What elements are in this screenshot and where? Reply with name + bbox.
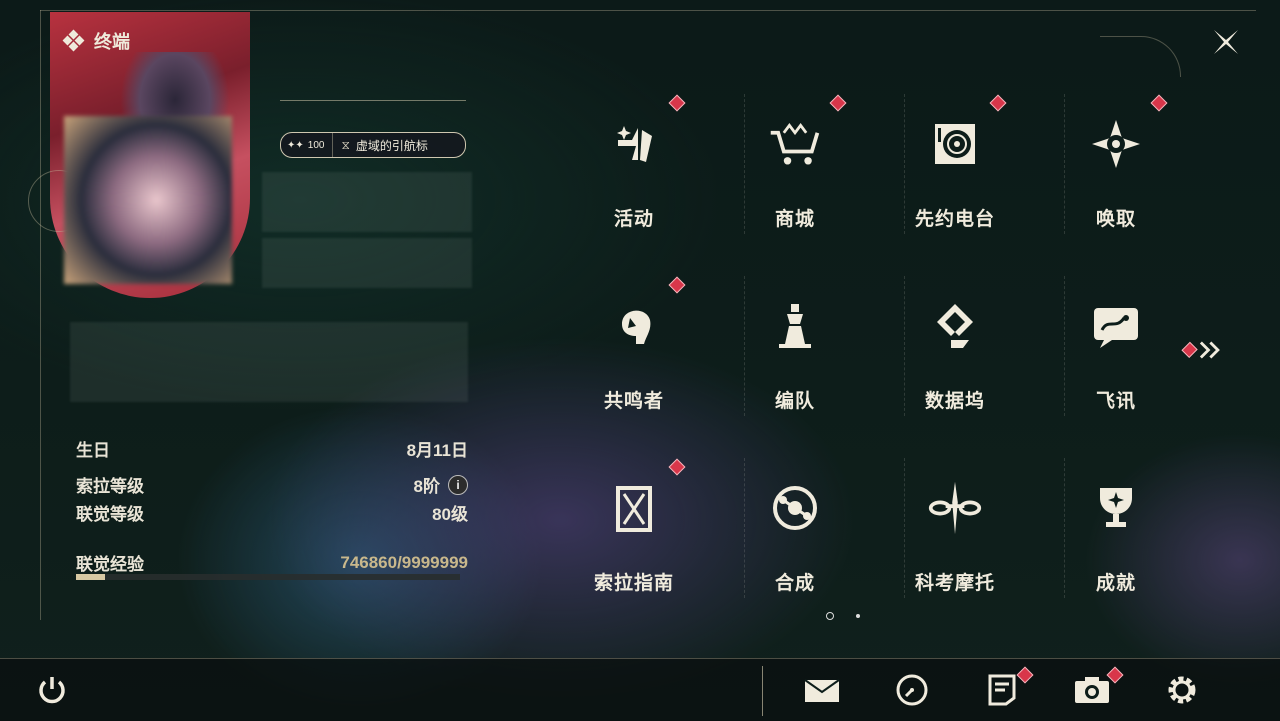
avatar[interactable] (64, 116, 232, 284)
menu-item-events[interactable]: 活动 (554, 100, 714, 250)
radio-icon (927, 116, 983, 172)
menu-item-label: 编队 (774, 391, 815, 412)
clock-icon (896, 674, 928, 706)
union-level-row: 联觉等级 80级 (76, 500, 468, 525)
union-exp-value: 746860/9999999 (340, 552, 468, 572)
close-icon (1214, 30, 1238, 54)
frame-curve (1100, 36, 1181, 77)
menu-item-label: 活动 (613, 209, 654, 230)
blurred-signature[interactable] (70, 322, 468, 402)
menu-item-label: 合成 (774, 573, 815, 594)
settings-gear-icon (1168, 676, 1196, 704)
photo-button[interactable] (1072, 670, 1112, 710)
info-icon[interactable]: i (448, 474, 468, 495)
shop-cart-icon (767, 116, 823, 172)
menu-item-data-bank[interactable]: 数据坞 (875, 282, 1035, 432)
mail-button[interactable] (802, 670, 842, 710)
page-title: 终端 (94, 32, 130, 52)
resonator-icon (606, 298, 662, 354)
settings-button[interactable] (1162, 670, 1202, 710)
birthday-label: 生日 (76, 441, 110, 460)
history-button[interactable] (892, 670, 932, 710)
menu-item-motorcycle[interactable]: 科考摩托 (875, 464, 1035, 614)
notice-button[interactable] (982, 670, 1022, 710)
events-icon (606, 116, 662, 172)
birthday-row: 生日 8月11日 (76, 436, 468, 461)
bottom-separator (762, 666, 763, 716)
menu-item-team[interactable]: 编队 (715, 282, 875, 432)
union-exp-row: 联觉经验 746860/9999999 (76, 550, 468, 575)
menu-item-label: 飞讯 (1095, 391, 1136, 412)
menu-item-synthesis[interactable]: 合成 (715, 464, 875, 614)
union-exp-bar (76, 574, 460, 580)
page-dot[interactable] (856, 614, 860, 618)
sora-level-label: 索拉等级 (76, 477, 144, 496)
menu-item-shop[interactable]: 商城 (715, 100, 875, 250)
synthesis-icon (767, 480, 823, 536)
close-button[interactable] (1208, 24, 1244, 60)
mail-icon (804, 679, 840, 702)
badge-count: 100 (307, 139, 325, 151)
diamond-cluster-icon (62, 29, 85, 52)
power-icon (39, 677, 65, 704)
double-chevron-right-icon (1200, 341, 1221, 359)
page-dot-active[interactable] (826, 612, 834, 620)
sparkle-icon: ✦✦ (287, 139, 304, 151)
terminal-header: 终端 (62, 28, 130, 54)
birthday-value: 8月11日 (406, 441, 468, 460)
message-icon (1088, 298, 1144, 354)
menu-item-label: 商城 (774, 209, 815, 230)
menu-item-label: 科考摩托 (914, 573, 995, 594)
page-indicator (826, 612, 860, 620)
badge-count-area: ✦✦ 100 (281, 133, 334, 157)
hourglass-icon: ⧖ (341, 137, 350, 152)
menu-item-label: 索拉指南 (593, 573, 674, 594)
notice-icon (988, 674, 1016, 706)
union-exp-fill (76, 574, 105, 580)
menu-item-radio[interactable]: 先约电台 (875, 100, 1035, 250)
camera-icon (1075, 677, 1109, 703)
union-level-label: 联觉等级 (76, 505, 144, 524)
union-level-value: 80级 (432, 505, 468, 524)
name-divider (280, 100, 466, 101)
next-page-button[interactable] (1180, 338, 1224, 362)
title-badge[interactable]: ✦✦ 100 ⧖ 虚域的引航标 (280, 132, 466, 158)
badge-title: 虚域的引航标 (355, 138, 428, 153)
menu-item-resonators[interactable]: 共鸣者 (554, 282, 714, 432)
frame-top-line (40, 10, 1256, 11)
union-exp-label: 联觉经验 (76, 555, 144, 574)
blurred-uid (262, 238, 472, 288)
notification-dot (1181, 341, 1199, 359)
sora-level-row: 索拉等级 8阶 i (76, 472, 468, 497)
menu-item-label: 唤取 (1095, 209, 1136, 230)
convene-icon (1088, 116, 1144, 172)
menu-item-convene[interactable]: 唤取 (1036, 100, 1196, 250)
menu-item-label: 成就 (1095, 573, 1136, 594)
power-button[interactable] (32, 670, 72, 710)
team-chess-icon (767, 298, 823, 354)
sora-level-value: 8阶 (413, 477, 440, 496)
menu-item-achievements[interactable]: 成就 (1036, 464, 1196, 614)
menu-item-messages[interactable]: 飞讯 (1036, 282, 1196, 432)
menu-item-label: 先约电台 (914, 209, 995, 230)
motorcycle-icon (927, 480, 983, 536)
guidebook-icon (606, 480, 662, 536)
menu-item-label: 数据坞 (924, 391, 985, 412)
frame-left-line (40, 10, 41, 620)
data-bank-icon (927, 298, 983, 354)
menu-item-guidebook[interactable]: 索拉指南 (554, 464, 714, 614)
menu-item-label: 共鸣者 (603, 391, 664, 412)
blurred-name (262, 172, 472, 232)
trophy-icon (1088, 480, 1144, 536)
